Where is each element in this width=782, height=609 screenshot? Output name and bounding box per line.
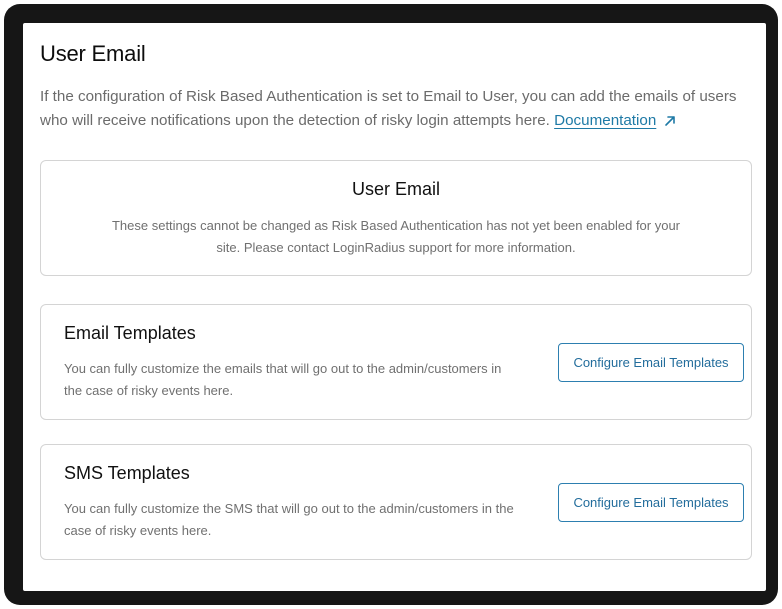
settings-panel: User Email If the configuration of Risk …: [23, 23, 766, 591]
email-templates-card-description: You can fully customize the emails that …: [64, 361, 502, 398]
documentation-link[interactable]: Documentation: [554, 112, 656, 129]
user-email-card: User Email These settings cannot be chan…: [40, 160, 752, 276]
sms-templates-card: SMS Templates You can fully customize th…: [40, 444, 752, 560]
configure-email-templates-button[interactable]: Configure Email Templates: [558, 343, 744, 382]
configure-sms-templates-button[interactable]: Configure Email Templates: [558, 483, 744, 522]
sms-templates-card-title: SMS Templates: [64, 463, 190, 483]
email-templates-card-title: Email Templates: [64, 323, 196, 343]
user-email-card-description: These settings cannot be changed as Risk…: [111, 218, 681, 255]
user-email-card-title: User Email: [351, 179, 440, 199]
external-link-arrow-icon[interactable]: [664, 111, 676, 135]
device-frame: User Email If the configuration of Risk …: [4, 4, 778, 605]
page-title: User Email: [40, 41, 146, 66]
page-intro: If the configuration of Risk Based Authe…: [40, 85, 740, 135]
sms-templates-card-description: You can fully customize the SMS that wil…: [64, 501, 514, 538]
email-templates-card: Email Templates You can fully customize …: [40, 304, 752, 420]
